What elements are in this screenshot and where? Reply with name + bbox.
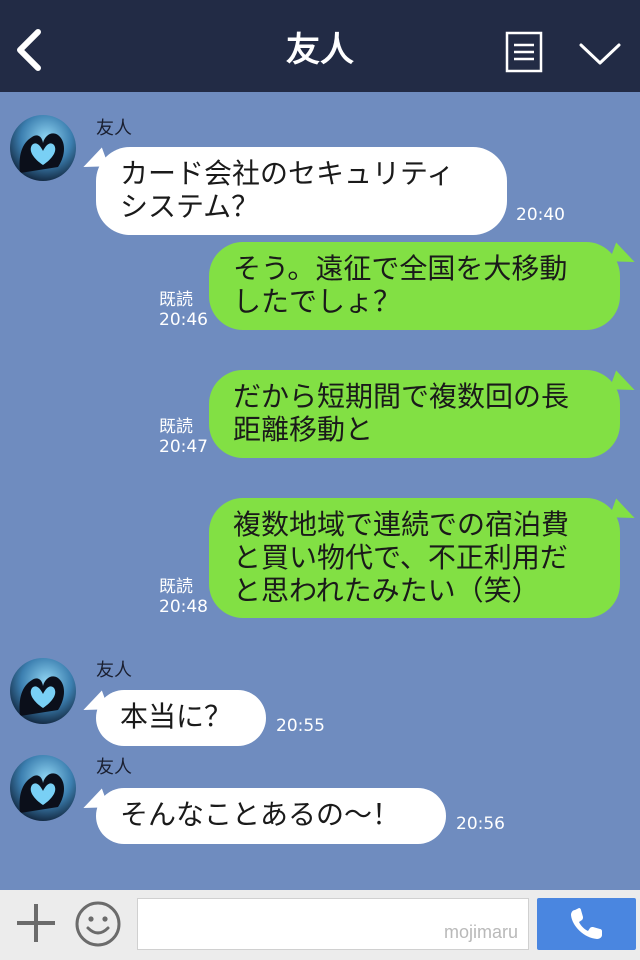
message-bubble-outgoing[interactable]: そう。遠征で全国を大移動 したでしょ？ [209,242,620,330]
message-timestamp: 20:56 [456,814,505,834]
message-text-line: 本当に？ [120,700,233,733]
message-text-line: 距離移動と [233,413,374,446]
plus-icon [17,904,55,942]
read-label: 既読 [159,577,193,597]
notes-button[interactable] [505,31,543,73]
chevron-down-icon [579,43,621,65]
message-timestamp: 20:46 [159,310,208,330]
message-text-line: と思われたみたい（笑） [233,574,540,607]
message-text-line: だから短期間で複数回の長 [233,380,570,413]
smiley-icon [75,901,121,947]
message-timestamp: 20:55 [276,716,325,736]
menu-dropdown-button[interactable] [578,40,622,68]
message-text-line: そう。遠征で全国を大移動 [233,252,568,285]
read-receipt: 既読 20:47 [159,417,208,457]
message-text-line: 複数地域で連続での宿泊費 [233,508,570,541]
chat-title: 友人 [286,30,354,70]
phone-icon [571,908,602,939]
read-receipt: 既読 20:46 [159,290,208,330]
call-button[interactable] [537,898,636,950]
message-bubble-incoming[interactable]: そんなことあるの〜！ [96,788,446,844]
add-attachment-button[interactable] [15,902,57,944]
read-receipt: 既読 20:48 [159,577,208,617]
message-bubble-incoming[interactable]: 本当に？ [96,690,266,746]
friend-avatar[interactable] [10,658,76,724]
message-timestamp: 20:48 [159,597,208,617]
notes-icon [505,31,543,73]
message-input-bar: mojimaru [0,890,640,960]
message-timestamp: 20:40 [516,205,565,225]
friend-avatar[interactable] [10,115,76,181]
message-bubble-incoming[interactable]: カード会社のセキュリティ システム？ [96,147,507,235]
read-label: 既読 [159,417,193,437]
message-timestamp: 20:47 [159,437,208,457]
heart-hands-concert-icon [19,133,64,173]
sender-name: 友人 [96,757,132,778]
message-bubble-outgoing[interactable]: だから短期間で複数回の長 距離移動と [209,370,620,458]
message-bubble-outgoing[interactable]: 複数地域で連続での宿泊費 と買い物代で、不正利用だ と思われたみたい（笑） [209,498,620,618]
heart-hands-concert-icon [19,773,64,813]
read-label: 既読 [159,290,193,310]
message-text-line: システム？ [120,190,260,223]
message-text-line: したでしょ？ [233,285,402,318]
message-text-line: そんなことあるの〜！ [120,798,401,831]
message-input[interactable]: mojimaru [137,898,529,950]
sender-name: 友人 [96,660,132,681]
heart-hands-concert-icon [19,676,64,716]
emoji-button[interactable] [74,900,122,948]
chat-header: 友人 [0,0,640,92]
chat-message-list[interactable]: 友人 カード会社のセキュリティ システム？ 20:40 既読 20:46 そう。… [0,92,640,890]
message-text-line: と買い物代で、不正利用だ [233,541,568,574]
message-text-line: カード会社のセキュリティ [120,157,455,190]
friend-avatar[interactable] [10,755,76,821]
watermark-text: mojimaru [443,922,518,942]
sender-name: 友人 [96,118,132,139]
